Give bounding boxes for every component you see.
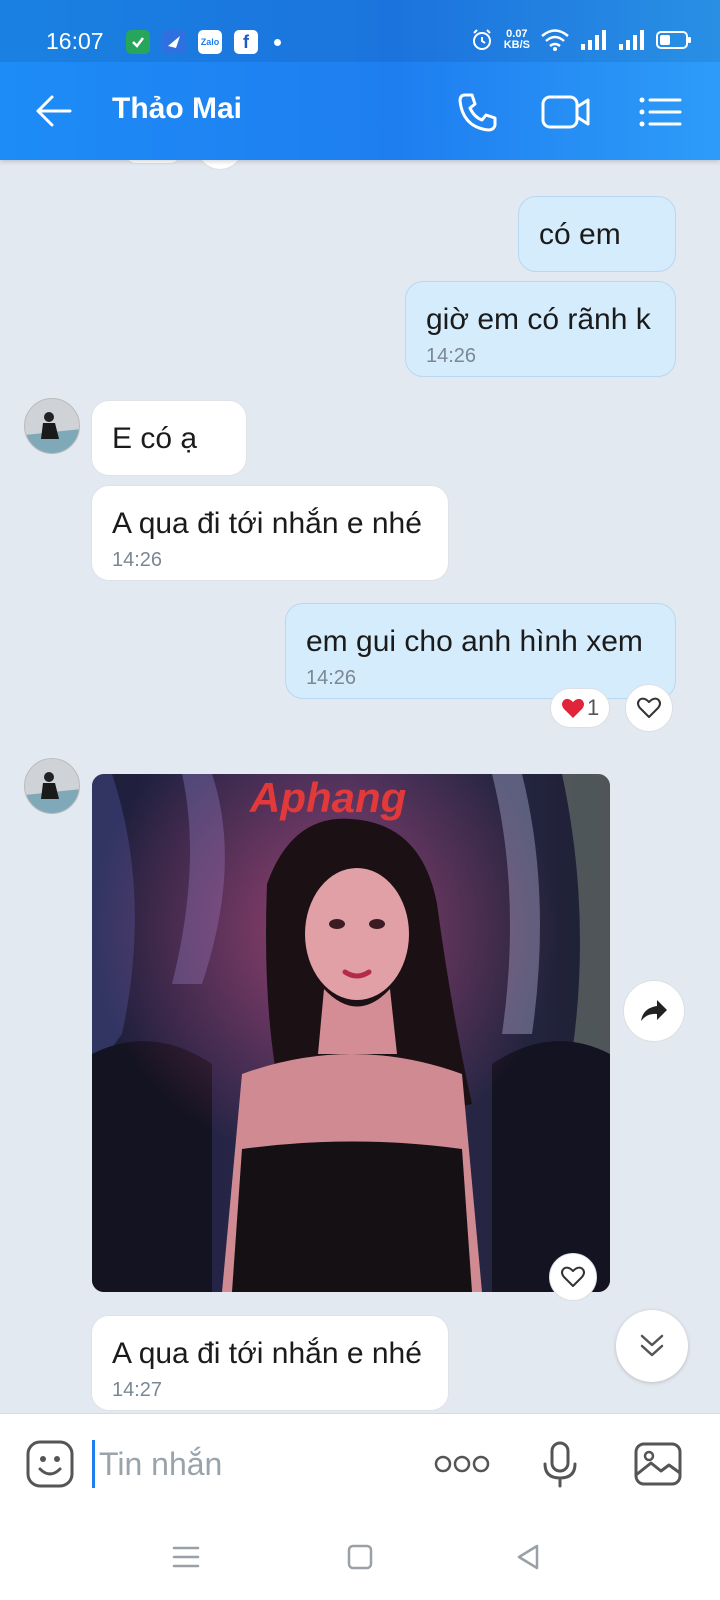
message-time: 14:26	[306, 667, 357, 689]
home-square-icon	[347, 1544, 373, 1570]
image-picker-button[interactable]	[630, 1436, 686, 1492]
message-time: 14:27	[112, 1379, 163, 1401]
notification-icons: Zalo f	[126, 30, 281, 54]
signal-icon	[619, 30, 644, 50]
incoming-message[interactable]: A qua đi tới nhắn e nhé 14:26	[91, 485, 449, 581]
partial-reaction-chip	[124, 160, 182, 164]
like-button[interactable]	[549, 1253, 597, 1301]
image-picker-icon	[634, 1442, 682, 1486]
speed-unit: KB/S	[503, 39, 530, 51]
microphone-icon	[543, 1441, 577, 1488]
outgoing-message[interactable]: em gui cho anh hình xem 14:26	[285, 603, 676, 699]
message-text: A qua đi tới nhắn e nhé	[112, 1337, 422, 1370]
voice-call-button[interactable]	[450, 84, 506, 140]
wifi-icon	[541, 29, 569, 51]
messenger-app-icon	[162, 30, 186, 54]
signal-icon	[581, 30, 606, 50]
contact-avatar[interactable]	[24, 758, 80, 814]
outgoing-message[interactable]: giờ em có rãnh k 14:26	[405, 281, 676, 377]
alarm-icon	[472, 29, 491, 50]
outgoing-message[interactable]: có em	[518, 196, 676, 272]
voice-message-button[interactable]	[532, 1436, 588, 1492]
facebook-app-icon: f	[234, 30, 258, 54]
partial-like-button	[198, 160, 242, 170]
incoming-message[interactable]: E có ạ	[91, 400, 247, 476]
contact-name[interactable]: Thảo Mai	[112, 92, 242, 126]
more-options-icon	[434, 1455, 490, 1473]
status-bar: 16:07 Zalo f 0.07 KB/S	[0, 0, 720, 62]
message-text: E có ạ	[112, 422, 198, 455]
message-text: giờ em có rãnh k	[426, 303, 651, 336]
notification-more-dot	[274, 38, 281, 46]
image-watermark: Aphang	[249, 774, 406, 821]
scroll-to-bottom-button[interactable]	[616, 1310, 688, 1382]
home-button[interactable]	[340, 1537, 380, 1577]
video-call-icon	[541, 95, 590, 129]
system-navigation-bar	[0, 1513, 720, 1600]
system-icons: 0.07 KB/S	[470, 28, 692, 52]
message-composer	[0, 1413, 720, 1513]
menu-list-icon	[639, 97, 682, 127]
message-list[interactable]: có em giờ em có rãnh k 14:26 E có ạ A qu…	[0, 160, 720, 1413]
contact-avatar[interactable]	[24, 398, 80, 454]
zalo-app-icon: Zalo	[198, 30, 222, 54]
heart-outline-icon	[561, 1266, 585, 1287]
more-options-button[interactable]	[432, 1436, 492, 1492]
back-triangle-icon	[517, 1544, 539, 1570]
video-call-button[interactable]	[538, 84, 594, 140]
network-speed: 0.07 KB/S	[504, 29, 530, 51]
status-time: 16:07	[46, 28, 104, 54]
message-input[interactable]	[92, 1440, 422, 1488]
message-text: em gui cho anh hình xem	[306, 625, 643, 658]
phone-icon	[458, 93, 497, 132]
like-button[interactable]	[625, 684, 673, 732]
message-text: có em	[539, 218, 621, 251]
reaction-summary[interactable]: 1	[550, 688, 611, 728]
heart-filled-icon	[562, 698, 584, 718]
chat-options-button[interactable]	[632, 84, 688, 140]
double-chevron-down-icon	[640, 1334, 664, 1357]
back-button[interactable]	[30, 86, 80, 136]
incoming-message[interactable]: A qua đi tới nhắn e nhé 14:27	[91, 1315, 449, 1411]
heart-outline-icon	[637, 697, 661, 718]
message-time: 14:26	[112, 549, 163, 571]
message-text: A qua đi tới nhắn e nhé	[112, 507, 422, 540]
system-back-button[interactable]	[508, 1537, 548, 1577]
sticker-button[interactable]	[22, 1436, 78, 1492]
back-arrow-icon	[36, 95, 72, 127]
menu-lines-icon	[172, 1546, 200, 1568]
task-app-icon	[126, 30, 150, 54]
reaction-count: 1	[587, 695, 600, 720]
chat-header: Thảo Mai	[0, 62, 720, 160]
sticker-icon	[26, 1440, 74, 1488]
image-message[interactable]: Aphang	[92, 774, 610, 1292]
recent-apps-button[interactable]	[166, 1537, 206, 1577]
battery-icon	[656, 31, 691, 49]
top-bar: 16:07 Zalo f 0.07 KB/S Thảo Mai	[0, 0, 720, 160]
message-time: 14:26	[426, 345, 477, 367]
forward-arrow-icon	[641, 1000, 667, 1021]
forward-button[interactable]	[623, 980, 685, 1042]
